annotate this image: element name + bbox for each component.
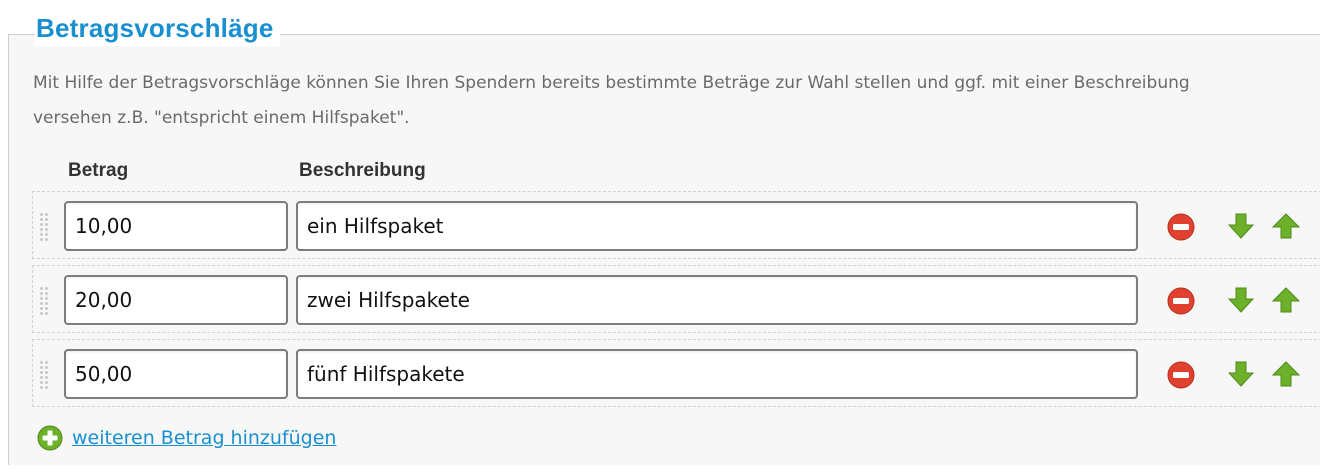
remove-icon[interactable] <box>1167 213 1195 241</box>
drag-handle-icon[interactable] <box>39 212 49 242</box>
remove-icon[interactable] <box>1167 361 1195 389</box>
column-header-description: Beschreibung <box>299 160 426 181</box>
drag-handle-icon[interactable] <box>39 360 49 390</box>
amount-input[interactable]: 20,00 <box>64 275 288 325</box>
amount-row: 20,00 zwei Hilfspakete <box>32 265 1320 333</box>
arrow-up-icon[interactable] <box>1271 286 1301 314</box>
add-amount-label[interactable]: weiteren Betrag hinzufügen <box>72 427 336 449</box>
section-description: Mit Hilfe der Betragsvorschläge können S… <box>33 73 1190 128</box>
amount-input[interactable]: 50,00 <box>64 349 288 399</box>
arrow-down-icon[interactable] <box>1228 286 1254 314</box>
amount-input[interactable]: 10,00 <box>64 201 288 251</box>
arrow-up-icon[interactable] <box>1271 212 1301 240</box>
description-input[interactable]: ein Hilfspaket <box>296 201 1138 251</box>
add-amount-link[interactable]: weiteren Betrag hinzufügen <box>37 423 336 453</box>
section-title: Betragsvorschläge <box>34 10 280 46</box>
amount-row: 50,00 fünf Hilfspakete <box>32 339 1320 407</box>
arrow-down-icon[interactable] <box>1228 212 1254 240</box>
amount-row: 10,00 ein Hilfspaket <box>32 191 1320 259</box>
description-input[interactable]: zwei Hilfspakete <box>296 275 1138 325</box>
description-input[interactable]: fünf Hilfspakete <box>296 349 1138 399</box>
plus-circle-icon[interactable] <box>37 425 63 451</box>
arrow-down-icon[interactable] <box>1228 360 1254 388</box>
remove-icon[interactable] <box>1167 287 1195 315</box>
arrow-up-icon[interactable] <box>1271 360 1301 388</box>
column-header-amount: Betrag <box>68 160 129 181</box>
drag-handle-icon[interactable] <box>39 286 49 316</box>
